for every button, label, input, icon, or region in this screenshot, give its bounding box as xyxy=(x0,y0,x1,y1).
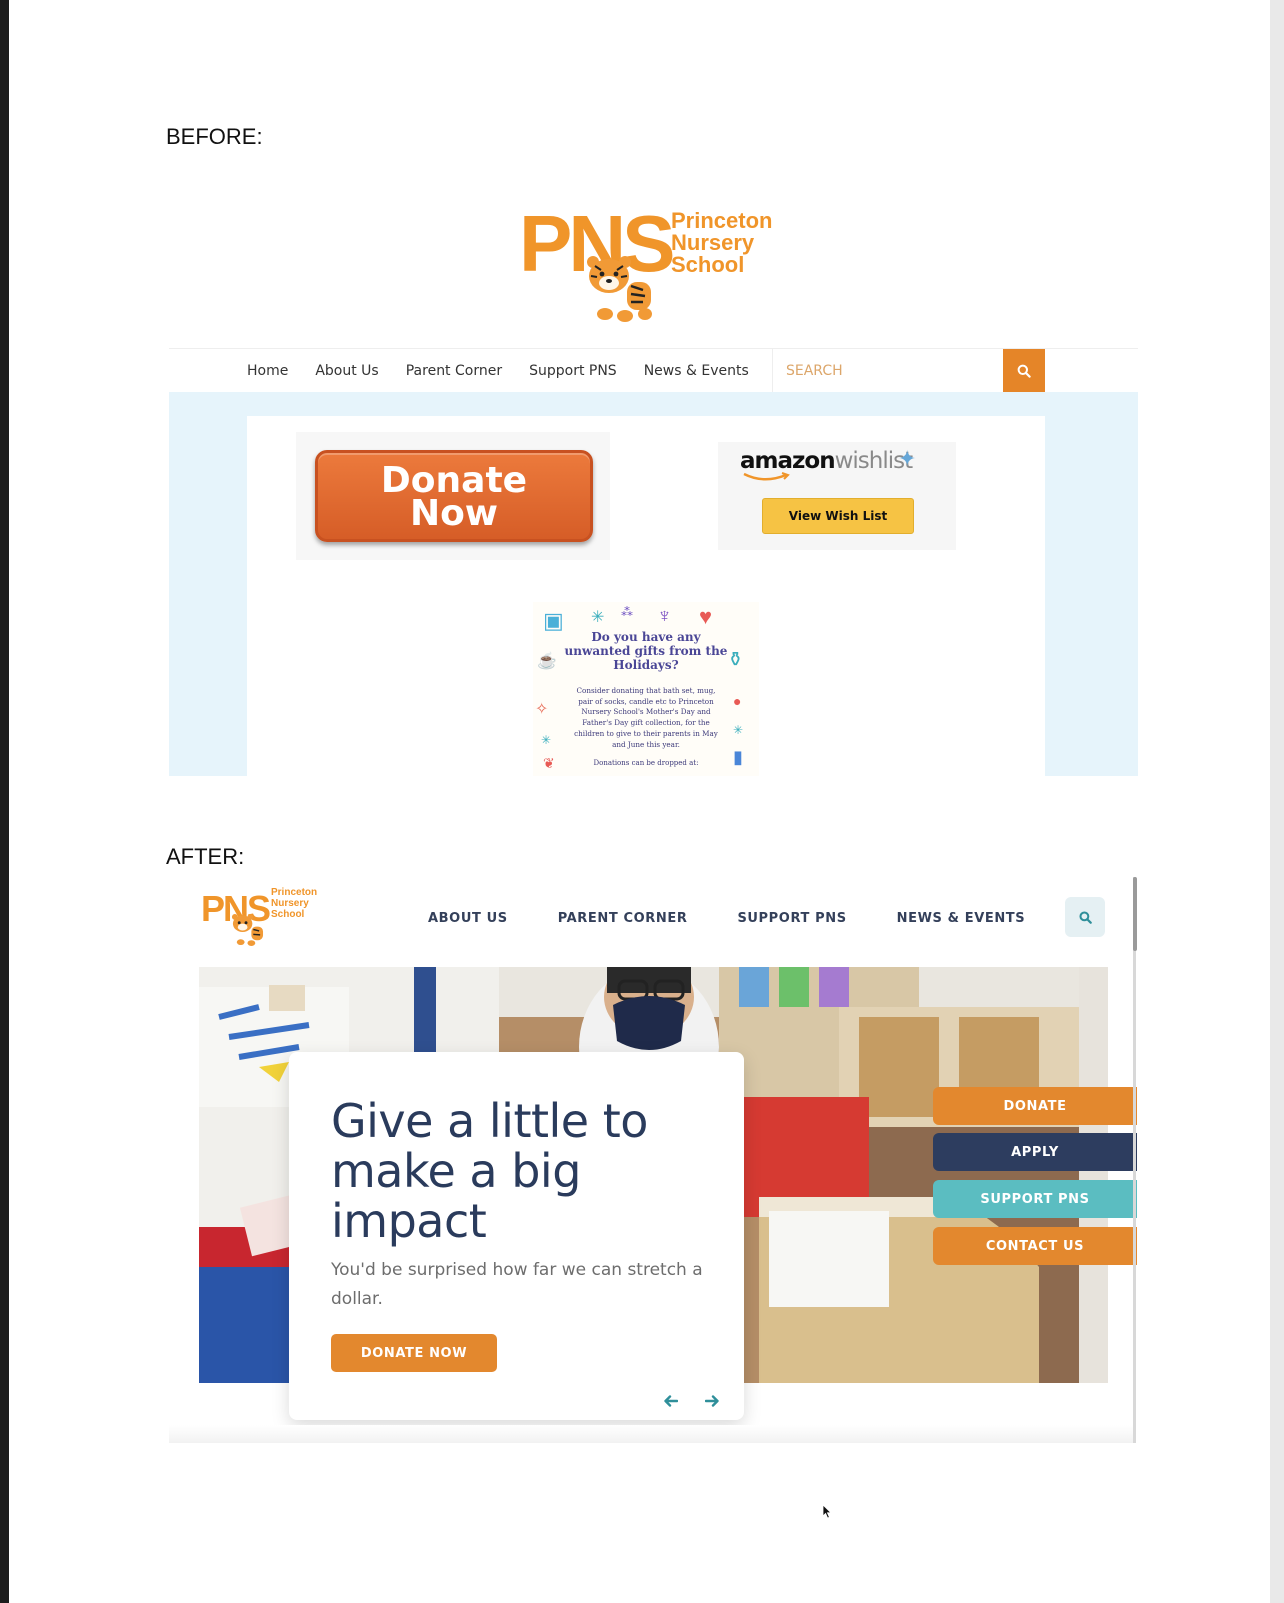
logo-name-line: Princeton xyxy=(271,887,318,898)
logo-name-line: School xyxy=(671,252,745,277)
side-button-label: SUPPORT PNS xyxy=(980,1191,1090,1207)
arrow-right-icon xyxy=(705,1395,719,1407)
nav-item-about-us[interactable]: About Us xyxy=(315,363,378,379)
logo-name-line: Nursery xyxy=(671,230,755,255)
side-button-label: DONATE xyxy=(1003,1098,1067,1114)
nav-item-about-us[interactable]: ABOUT US xyxy=(428,911,508,926)
hero-card: Give a little to make a big impact You'd… xyxy=(289,1052,832,1519)
nav-item-parent-corner[interactable]: PARENT CORNER xyxy=(558,911,688,926)
document-page: BEFORE: PNS Princeton Nursery School Hom… xyxy=(9,0,1270,1603)
berries-icon: ⁂ xyxy=(621,605,633,619)
donate-now-button[interactable]: Donate Now xyxy=(315,450,593,542)
donate-button-line: Now xyxy=(409,493,499,534)
after-screenshot: PNS Princeton Nursery School ABOUT US PA… xyxy=(169,877,1138,1519)
main-nav: ABOUT US PARENT CORNER SUPPORT PNS NEWS … xyxy=(428,911,1025,926)
search-icon xyxy=(1078,910,1092,924)
nav-item-news-events[interactable]: News & Events xyxy=(644,363,749,379)
nav-item-support-pns[interactable]: Support PNS xyxy=(529,363,617,379)
teapot-icon: ⚱ xyxy=(727,649,744,671)
side-button-label: CONTACT US xyxy=(985,1238,1085,1254)
carousel-next-button[interactable] xyxy=(702,1391,722,1411)
window-edge-right xyxy=(1270,0,1284,1603)
content-panel: Donate Now amazonwishlist ✦ View Wish Li… xyxy=(247,416,1045,776)
sparkle-icon: ✳ xyxy=(733,723,744,737)
after-label: AFTER: xyxy=(166,844,245,869)
nav-item-parent-corner[interactable]: Parent Corner xyxy=(406,363,502,379)
side-apply-button[interactable]: APPLY xyxy=(933,1133,1137,1171)
nav-item-news-events[interactable]: NEWS & EVENTS xyxy=(897,911,1026,926)
pns-logo-small[interactable]: PNS Princeton Nursery School xyxy=(201,887,321,949)
amazon-wordmark: amazon xyxy=(740,448,836,474)
main-nav: Home About Us Parent Corner Support PNS … xyxy=(169,348,1138,393)
hero-headline: Give a little to make a big impact xyxy=(331,1094,648,1248)
hero-subtext: You'd be surprised how far we can stretc… xyxy=(331,1260,703,1309)
hero-area: Donate Now amazonwishlist ✦ View Wish Li… xyxy=(169,392,1138,988)
wishlist-title: amazonwishlist xyxy=(740,448,913,474)
side-contact-us-button[interactable]: CONTACT US xyxy=(933,1227,1137,1265)
arrow-left-icon xyxy=(664,1395,678,1407)
amazon-wishlist-card: amazonwishlist ✦ View Wish List xyxy=(718,442,956,550)
scrollbar-track[interactable] xyxy=(1133,877,1136,1443)
holiday-gifts-flyer[interactable]: ▣ ✳ ⁂ ♆ ♥ ☕ ⚱ ✧ ● ✳ ✳ ▮ ❦ Do you have an… xyxy=(533,602,759,776)
donate-card: Donate Now xyxy=(296,432,610,560)
side-button-label: APPLY xyxy=(1011,1144,1059,1160)
search-box xyxy=(772,349,1003,393)
page-bottom-shadow xyxy=(169,1425,1133,1443)
logo-name-line: School xyxy=(271,909,305,920)
apple-icon: ● xyxy=(733,693,742,709)
sparkle-icon: ✦ xyxy=(898,446,917,471)
candy-icon: ✧ xyxy=(535,701,549,718)
star-icon: ✳ xyxy=(591,609,605,626)
logo-school-name: Princeton Nursery School xyxy=(271,887,317,920)
window-edge-left xyxy=(0,0,9,1603)
before-screenshot: PNS Princeton Nursery School Home About … xyxy=(169,180,1138,988)
search-icon xyxy=(1017,364,1031,378)
bottle-icon: ▮ xyxy=(733,747,743,767)
tulip-icon: ♆ xyxy=(657,605,672,627)
logo-name-line: Princeton xyxy=(671,208,773,233)
leaf-icon: ❦ xyxy=(543,755,555,771)
mouse-cursor-icon xyxy=(822,1504,832,1519)
logo-school-name: Princeton Nursery School xyxy=(671,210,772,276)
nav-item-support-pns[interactable]: SUPPORT PNS xyxy=(737,911,846,926)
search-input[interactable] xyxy=(773,349,1003,393)
heart-icon: ♥ xyxy=(699,604,713,629)
side-support-pns-button[interactable]: SUPPORT PNS xyxy=(933,1180,1137,1218)
nav-item-home[interactable]: Home xyxy=(247,363,288,379)
search-button[interactable] xyxy=(1065,897,1105,937)
pns-logo[interactable]: PNS Princeton Nursery School xyxy=(519,194,789,326)
logo-name-line: Nursery xyxy=(271,898,309,909)
sparkle-icon: ✳ xyxy=(541,733,552,747)
view-wish-list-button[interactable]: View Wish List xyxy=(762,498,914,534)
donate-now-button[interactable]: DONATE NOW xyxy=(331,1334,497,1372)
flyer-footer: Donations can be dropped at: xyxy=(593,759,699,767)
tiger-icon xyxy=(231,913,264,947)
nav-menu: Home About Us Parent Corner Support PNS … xyxy=(247,349,749,393)
carousel-prev-button[interactable] xyxy=(661,1391,681,1411)
scrollbar-thumb[interactable] xyxy=(1133,877,1137,951)
flyer-body: Consider donating that bath set, mug, pa… xyxy=(574,686,718,749)
gift-icon: ▣ xyxy=(543,608,564,633)
flyer-title: Do you have any unwanted gifts from the … xyxy=(564,630,728,672)
before-label: BEFORE: xyxy=(166,124,263,149)
mug-icon: ☕ xyxy=(537,653,557,670)
tiger-icon xyxy=(587,256,652,322)
side-donate-button[interactable]: DONATE xyxy=(933,1087,1137,1125)
amazon-smile-icon xyxy=(743,472,790,481)
search-button[interactable] xyxy=(1003,349,1045,393)
